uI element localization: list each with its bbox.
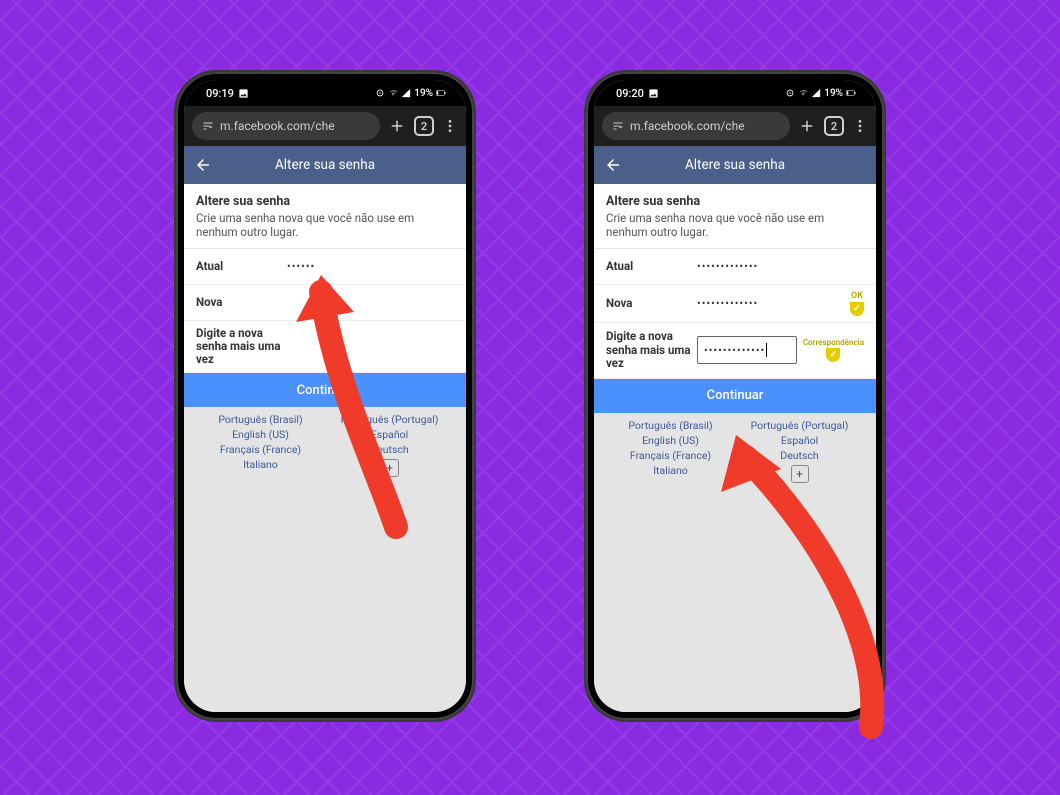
lang-link[interactable]: Español [371,428,408,441]
clock: 09:20 [616,87,644,100]
tab-switcher[interactable]: 2 [824,116,844,136]
back-button[interactable] [604,156,626,174]
url-bar[interactable]: m.facebook.com/che [192,112,380,140]
camera-notch [318,90,332,104]
current-password-label: Atual [196,260,281,273]
wifi-icon [388,88,398,98]
current-password-row: Atual •••••• [184,249,466,285]
new-password-input[interactable]: ••••••••••••• [697,297,844,310]
language-selector: Português (Brasil) English (US) Français… [594,413,876,491]
alarm-icon [785,88,795,98]
lang-link[interactable]: Italiano [653,464,688,477]
overflow-menu[interactable] [442,118,458,134]
alarm-icon [375,88,385,98]
lang-link[interactable]: Deutsch [780,449,818,462]
page-title: Altere sua senha [626,157,844,173]
back-button[interactable] [194,156,216,174]
continue-button[interactable]: Continuar [184,373,466,407]
page-header: Altere sua senha [594,146,876,184]
continue-button[interactable]: Continuar [594,379,876,413]
lang-link[interactable]: Deutsch [370,443,408,456]
intro-block: Altere sua senha Crie uma senha nova que… [184,184,466,249]
overflow-menu[interactable] [852,118,868,134]
lang-link[interactable]: Español [781,434,818,447]
lang-link[interactable]: English (US) [642,434,699,447]
clock: 09:19 [206,87,234,100]
intro-title: Altere sua senha [196,194,454,209]
signal-icon [401,88,411,98]
camera-notch [728,90,742,104]
tune-icon [612,120,624,132]
browser-toolbar: m.facebook.com/che 2 [594,106,876,146]
battery-icon [846,88,856,98]
retype-password-row: Digite a nova senha mais uma vez •••••••… [594,323,876,379]
lang-link[interactable]: Italiano [243,458,278,471]
new-password-row: Nova [184,285,466,321]
current-password-input[interactable]: ••••••••••••• [697,260,864,273]
new-tab-button[interactable] [798,117,816,135]
intro-subtitle: Crie uma senha nova que você não use em … [196,211,454,240]
password-match-badge: Correspondência [803,338,864,362]
intro-title: Altere sua senha [606,194,864,209]
page-header: Altere sua senha [184,146,466,184]
current-password-row: Atual ••••••••••••• [594,249,876,285]
more-languages-button[interactable]: + [381,459,399,477]
lang-link[interactable]: Português (Brasil) [628,419,712,432]
lang-link[interactable]: Français (France) [630,449,711,462]
current-password-input[interactable]: •••••• [287,260,454,273]
battery-icon [436,88,446,98]
lang-link[interactable]: English (US) [232,428,289,441]
battery-text: 19% [824,88,843,99]
shield-check-icon [850,302,864,316]
new-tab-button[interactable] [388,117,406,135]
retype-password-label: Digite a nova senha mais uma vez [606,330,691,370]
signal-icon [811,88,821,98]
language-selector: Português (Brasil) English (US) Français… [184,407,466,485]
image-icon [238,88,249,99]
lang-link[interactable]: Português (Portugal) [751,419,849,432]
url-text: m.facebook.com/che [220,119,335,133]
shield-check-icon [826,348,840,362]
intro-subtitle: Crie uma senha nova que você não use em … [606,211,864,240]
phone-left: 09:19 19% m.facebook.com/che [176,72,474,720]
url-text: m.facebook.com/che [630,119,745,133]
retype-password-row: Digite a nova senha mais uma vez [184,321,466,374]
more-languages-button[interactable]: + [791,465,809,483]
lang-link[interactable]: Português (Portugal) [341,413,439,426]
password-strength-badge: OK [850,291,864,316]
new-password-row: Nova ••••••••••••• OK [594,285,876,323]
battery-text: 19% [414,88,433,99]
page-title: Altere sua senha [216,157,434,173]
wifi-icon [798,88,808,98]
current-password-label: Atual [606,260,691,273]
phone-right: 09:20 19% m.facebook.com/che [586,72,884,720]
lang-link[interactable]: Português (Brasil) [218,413,302,426]
new-password-label: Nova [196,296,281,309]
url-bar[interactable]: m.facebook.com/che [602,112,790,140]
intro-block: Altere sua senha Crie uma senha nova que… [594,184,876,249]
tab-switcher[interactable]: 2 [414,116,434,136]
browser-toolbar: m.facebook.com/che 2 [184,106,466,146]
lang-link[interactable]: Français (France) [220,443,301,456]
retype-password-label: Digite a nova senha mais uma vez [196,327,281,367]
retype-password-input[interactable]: ••••••••••••• [697,336,797,364]
tune-icon [202,120,214,132]
image-icon [648,88,659,99]
new-password-label: Nova [606,297,691,310]
